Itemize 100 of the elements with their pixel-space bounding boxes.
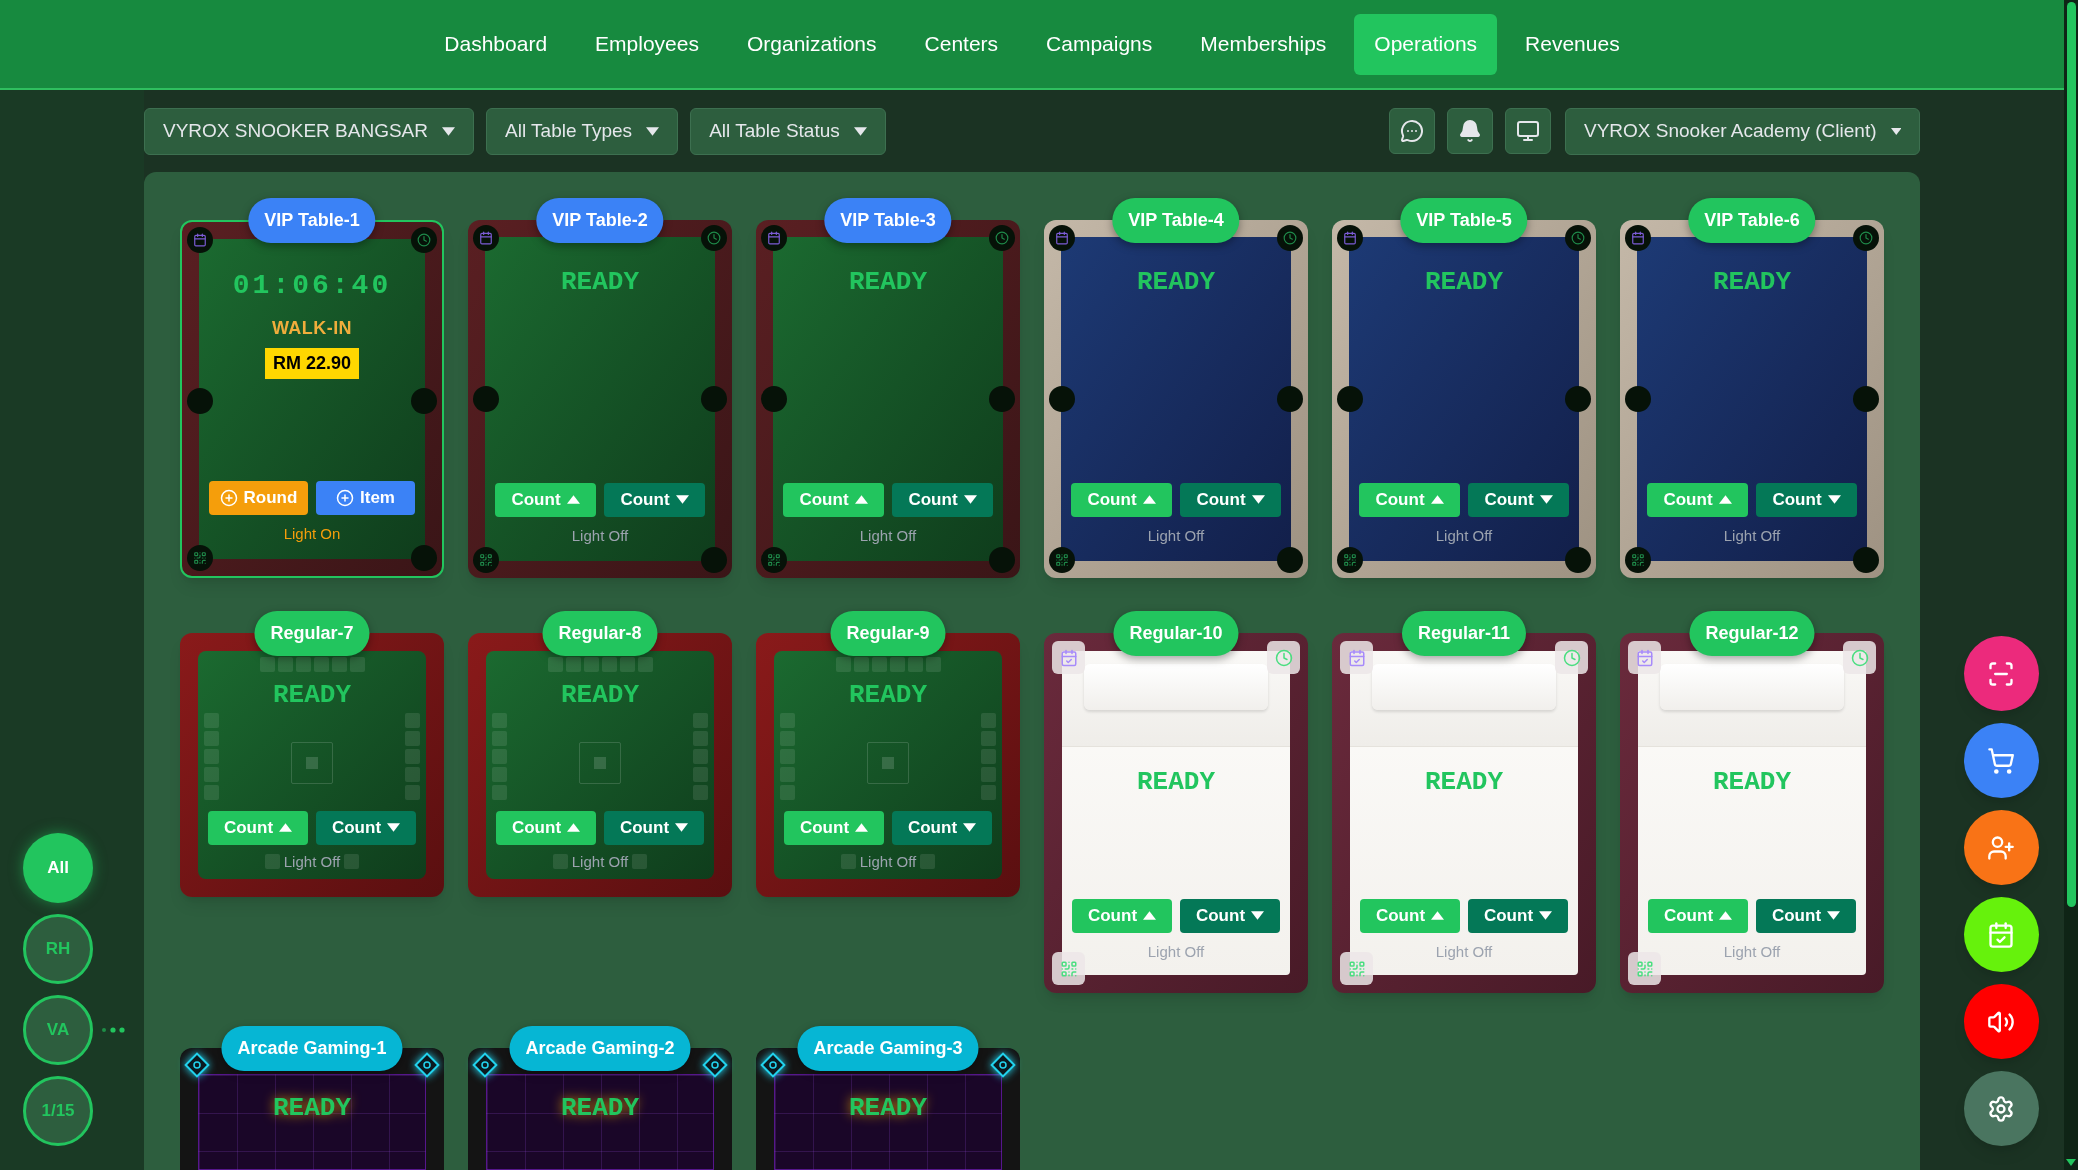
nav-tab[interactable]: Organizations: [726, 13, 897, 75]
scroll-down-icon[interactable]: [2066, 1159, 2076, 1166]
light-status: Light Off: [1147, 525, 1205, 546]
arcade-station[interactable]: READY: [198, 1074, 426, 1170]
count-button[interactable]: Count: [1756, 898, 1856, 933]
calendar-icon[interactable]: [767, 231, 781, 245]
seat-row-drawing: [632, 854, 648, 870]
notification-button[interactable]: [1447, 108, 1493, 154]
calendar-icon[interactable]: [479, 231, 493, 245]
nav-tab[interactable]: Dashboard: [424, 13, 568, 75]
pocket: [1565, 547, 1591, 573]
table-status: READY: [1713, 766, 1791, 799]
count-button[interactable]: Count: [604, 482, 705, 517]
nav-tab[interactable]: Employees: [575, 13, 719, 75]
caret-icon: [1827, 911, 1841, 920]
add-item-button[interactable]: Item: [316, 480, 415, 515]
group-filter[interactable]: 1/15: [23, 1076, 93, 1146]
pocket: [1277, 386, 1303, 412]
group-filter[interactable]: VA: [23, 995, 93, 1065]
qr-code-icon[interactable]: [479, 553, 493, 567]
count-button[interactable]: Count: [1180, 898, 1280, 933]
clock-icon[interactable]: [707, 231, 721, 245]
qr-code-icon[interactable]: [1631, 553, 1645, 567]
table-name-badge: VIP Table-5: [1400, 198, 1528, 243]
pocket: [1337, 386, 1363, 412]
count-button[interactable]: Count: [1468, 482, 1569, 517]
light-status: Light Off: [859, 525, 917, 546]
session-timer: 01:06:40: [232, 269, 392, 303]
table-name-badge: Arcade Gaming-2: [509, 1026, 691, 1071]
filter-dropdown[interactable]: All Table Status: [690, 107, 886, 155]
settings-icon: [1987, 1094, 2015, 1123]
qr-code-icon[interactable]: [1055, 553, 1069, 567]
nav-tab[interactable]: Memberships: [1180, 13, 1347, 75]
calendar-icon[interactable]: [1631, 231, 1645, 245]
clock-icon[interactable]: [1283, 231, 1297, 245]
pocket: [187, 388, 213, 414]
pocket: [473, 386, 499, 412]
table-marker-icon: [867, 741, 909, 784]
scrollbar-thumb[interactable]: [2066, 2, 2076, 907]
table-name-badge: Regular-7: [254, 611, 370, 656]
chat-button[interactable]: [1389, 108, 1435, 154]
nav-tab[interactable]: Revenues: [1505, 13, 1640, 75]
diamond-icon[interactable]: [414, 1052, 440, 1078]
light-status: Light Off: [1723, 941, 1781, 962]
count-button[interactable]: Count: [892, 810, 992, 845]
caret-icon: [1539, 911, 1553, 920]
nav-tab[interactable]: Centers: [904, 13, 1019, 75]
clock-icon[interactable]: [1571, 231, 1585, 245]
plus-icon: [219, 488, 238, 507]
clock-icon[interactable]: [995, 231, 1009, 245]
table-name-badge: VIP Table-2: [536, 198, 664, 243]
plus-icon: [336, 488, 354, 507]
count-button[interactable]: Count: [316, 810, 416, 845]
count-button[interactable]: Count: [604, 810, 704, 845]
table-name-badge: Regular-8: [542, 611, 658, 656]
diamond-icon[interactable]: [702, 1052, 728, 1078]
qr-code-icon[interactable]: [1343, 553, 1357, 567]
calendar-icon[interactable]: [193, 233, 207, 247]
pocket: [989, 386, 1015, 412]
diamond-icon[interactable]: [760, 1052, 786, 1078]
count-button[interactable]: Count: [1180, 482, 1281, 517]
filter-dropdown[interactable]: VYROX SNOOKER BANGSAR: [144, 107, 474, 155]
diamond-icon[interactable]: [990, 1052, 1016, 1078]
caret-icon: [853, 126, 867, 136]
diamond-icon[interactable]: [184, 1052, 210, 1078]
count-button[interactable]: Count: [1756, 482, 1857, 517]
table-name-badge: Regular-9: [830, 611, 946, 656]
count-button[interactable]: Count: [1468, 898, 1568, 933]
table-name-badge: Regular-10: [1113, 611, 1239, 656]
light-status: Light Off: [1435, 525, 1493, 546]
caret-icon: [1251, 495, 1265, 504]
more-dots-icon[interactable]: [101, 1027, 125, 1033]
filter-dropdown[interactable]: All Table Types: [486, 107, 679, 155]
table-status: READY: [1713, 266, 1791, 299]
arcade-station[interactable]: READY: [774, 1074, 1002, 1170]
light-status: Light Off: [571, 525, 629, 546]
pocket: [411, 388, 437, 414]
clock-icon[interactable]: [1859, 231, 1873, 245]
caret-icon: [646, 126, 660, 136]
qr-code-icon[interactable]: [767, 553, 781, 567]
arcade-station[interactable]: READY: [486, 1074, 714, 1170]
count-button[interactable]: Count: [892, 482, 993, 517]
calendar-icon[interactable]: [1343, 231, 1357, 245]
filter-dropdown[interactable]: VYROX Snooker Academy (Client): [1565, 107, 1920, 155]
add-user-icon: [1987, 833, 2015, 862]
light-status: Light Off: [1723, 525, 1781, 546]
diamond-icon[interactable]: [472, 1052, 498, 1078]
table-name-badge: VIP Table-6: [1688, 198, 1816, 243]
calendar-icon[interactable]: [1055, 231, 1069, 245]
caret-icon: [566, 495, 580, 504]
pocket: [989, 547, 1015, 573]
booking-type: WALK-IN: [271, 317, 353, 340]
nav-tab[interactable]: Campaigns: [1026, 13, 1173, 75]
table-marker-icon: [291, 741, 333, 784]
clock-icon[interactable]: [417, 233, 431, 247]
display-button[interactable]: [1505, 108, 1551, 154]
caret-icon: [675, 823, 689, 832]
light-status: Light On: [283, 523, 341, 544]
qr-code-icon[interactable]: [193, 551, 207, 565]
group-filter[interactable]: RH: [23, 914, 93, 984]
